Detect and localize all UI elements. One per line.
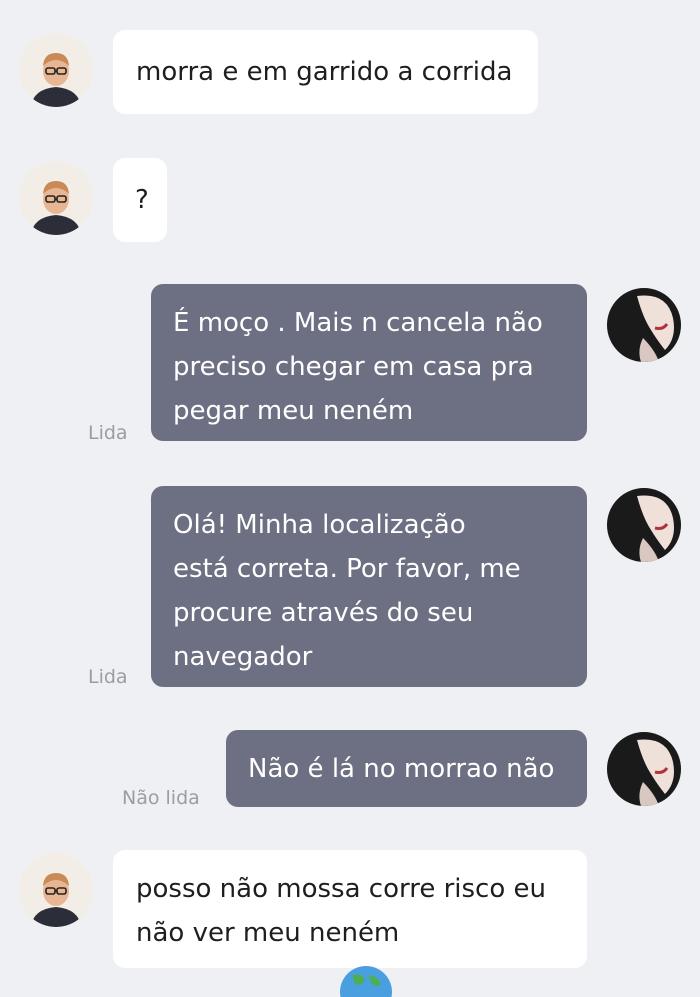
message-text: ? — [135, 185, 149, 215]
message-text: não ver meu neném — [136, 918, 400, 948]
message-text: preciso chegar em casa pra — [173, 352, 534, 382]
passenger-avatar[interactable] — [607, 732, 681, 806]
message-bubble-outgoing[interactable]: Não é lá no morrao não — [226, 730, 587, 807]
woman-profile-avatar-icon — [607, 732, 681, 806]
message-bubble-outgoing[interactable]: Olá! Minha localização está correta. Por… — [151, 486, 587, 687]
message-text: É moço . Mais n cancela não — [173, 308, 543, 338]
message-text: pegar meu neném — [173, 396, 414, 426]
message-text: morra e em garrido a corrida — [136, 57, 513, 87]
man-with-glasses-avatar-icon — [19, 853, 93, 927]
passenger-avatar[interactable] — [607, 288, 681, 362]
driver-avatar[interactable] — [19, 853, 93, 927]
driver-avatar[interactable] — [19, 33, 93, 107]
message-text: Olá! Minha localização — [173, 510, 466, 540]
message-text: posso não mossa corre risco eu — [136, 874, 546, 904]
message-text: navegador — [173, 642, 313, 672]
man-with-glasses-avatar-icon — [19, 33, 93, 107]
woman-profile-avatar-icon — [607, 288, 681, 362]
woman-profile-avatar-icon — [607, 488, 681, 562]
globe-icon — [339, 965, 393, 997]
message-bubble-incoming[interactable]: ? — [113, 158, 167, 242]
message-text: Não é lá no morrao não — [248, 754, 555, 784]
read-status: Lida — [88, 666, 128, 688]
message-text: está correta. Por favor, me — [173, 554, 521, 584]
message-text: procure através do seu — [173, 598, 474, 628]
message-bubble-incoming[interactable]: posso não mossa corre risco eu não ver m… — [113, 850, 587, 968]
man-with-glasses-avatar-icon — [19, 161, 93, 235]
read-status: Lida — [88, 422, 128, 444]
message-bubble-incoming[interactable]: morra e em garrido a corrida — [113, 30, 538, 114]
passenger-avatar[interactable] — [607, 488, 681, 562]
message-bubble-outgoing[interactable]: É moço . Mais n cancela não preciso cheg… — [151, 284, 587, 441]
read-status: Não lida — [122, 787, 200, 809]
driver-avatar[interactable] — [19, 161, 93, 235]
